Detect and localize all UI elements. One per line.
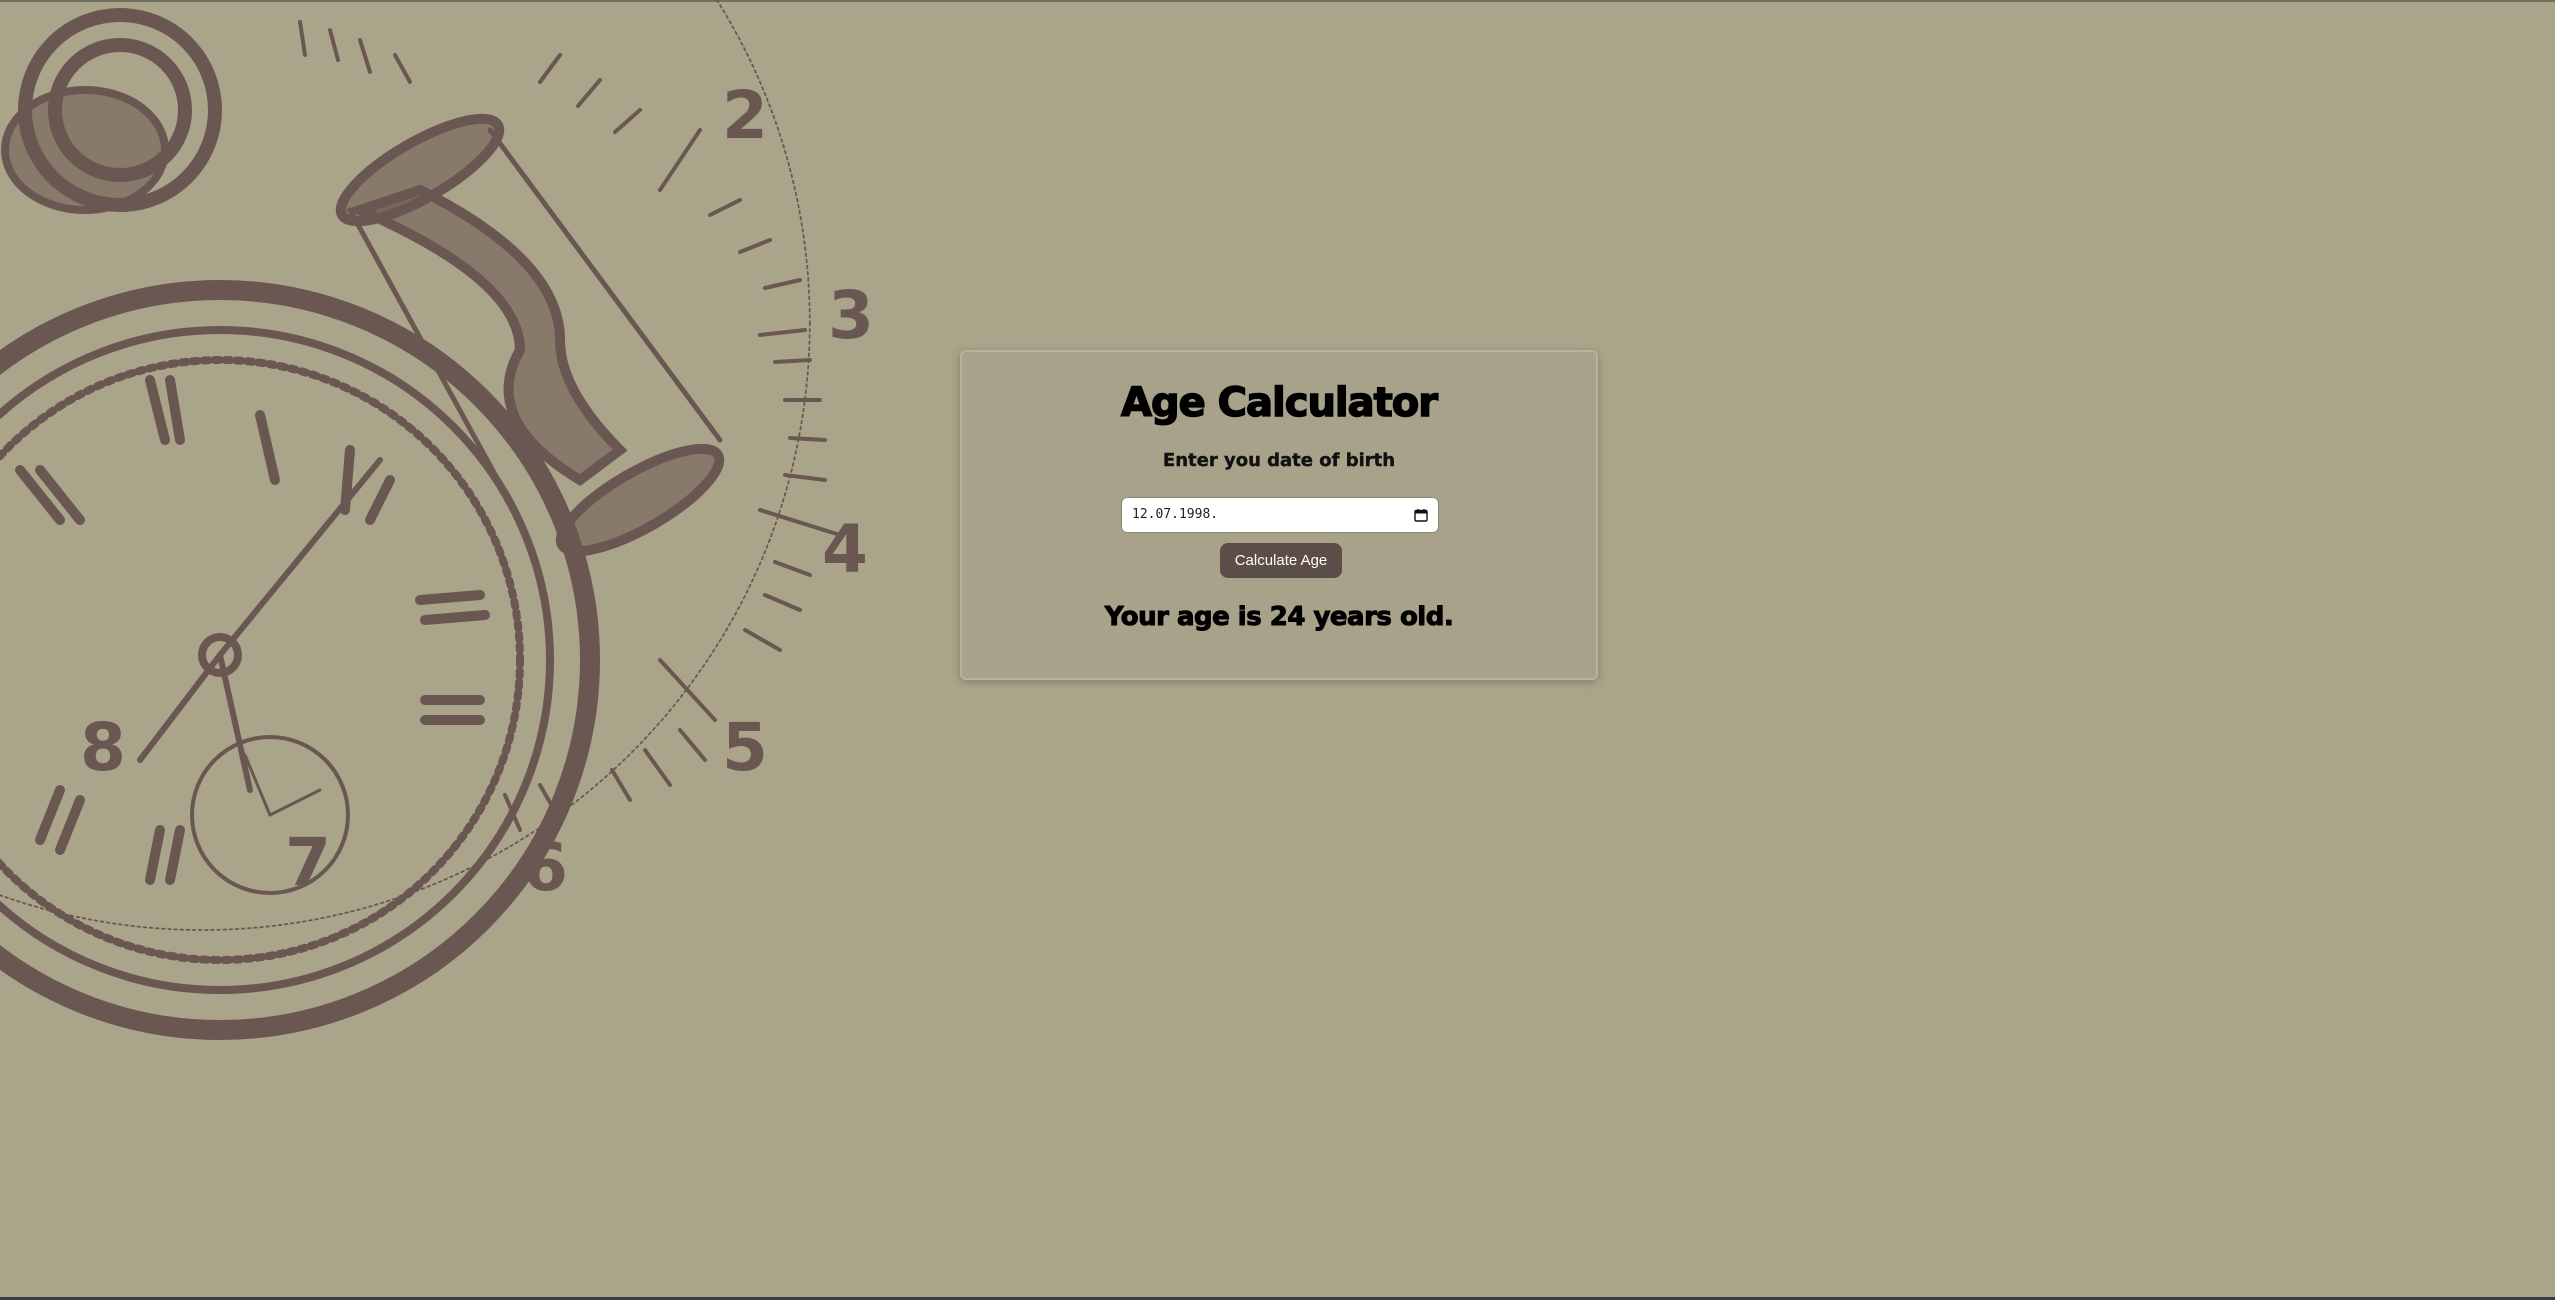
age-result: Your age is 24 years old. — [1104, 602, 1454, 633]
page: 2 3 4 5 6 7 8 Age Calculator Enter you d… — [0, 0, 2555, 1300]
age-calculator-card: Age Calculator Enter you date of birth 1… — [960, 350, 1598, 680]
calendar-icon[interactable] — [1414, 508, 1428, 522]
svg-text:4: 4 — [822, 511, 868, 588]
svg-text:5: 5 — [722, 709, 768, 786]
date-of-birth-input[interactable]: 12.07.1998. — [1121, 497, 1439, 533]
page-title: Age Calculator — [1120, 379, 1438, 427]
pocket-watch-hourglass-illustration: 2 3 4 5 6 7 8 — [0, 0, 874, 1040]
dob-label: Enter you date of birth — [1162, 450, 1396, 471]
svg-text:2: 2 — [722, 77, 768, 154]
svg-text:8: 8 — [80, 709, 126, 786]
svg-text:7: 7 — [285, 824, 331, 901]
svg-text:3: 3 — [828, 277, 874, 354]
svg-text:6: 6 — [522, 829, 568, 906]
date-of-birth-value: 12.07.1998. — [1132, 507, 1219, 522]
calculate-age-button[interactable]: Calculate Age — [1220, 543, 1342, 578]
